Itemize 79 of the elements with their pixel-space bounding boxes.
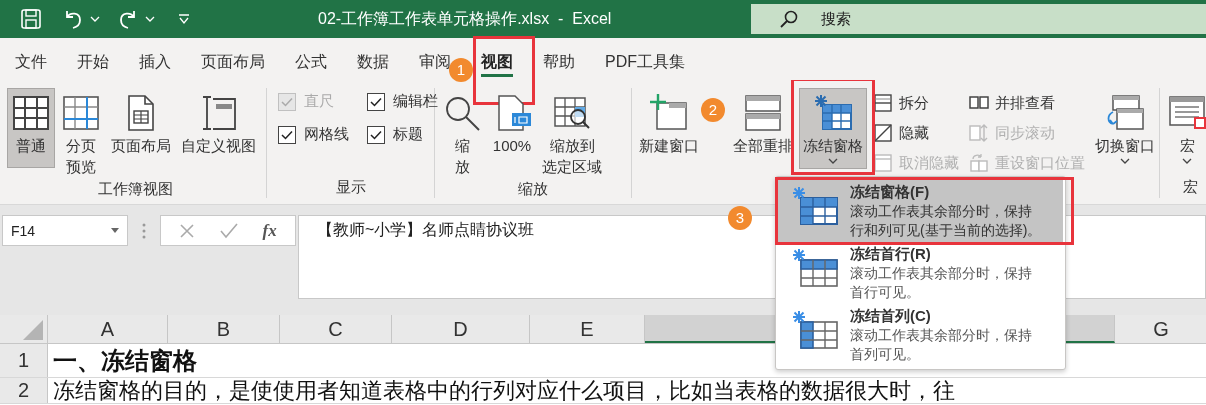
checkbox-label: 标题 <box>393 125 423 144</box>
ribbon-button[interactable]: 并排查看 <box>967 90 1087 116</box>
ribbon-tab[interactable]: 审阅 <box>419 50 451 77</box>
column-header[interactable]: D <box>392 315 530 343</box>
checkbox-label: 网格线 <box>304 125 349 144</box>
checkbox-label: 编辑栏 <box>393 92 438 111</box>
ribbon-tab[interactable]: 文件 <box>15 50 47 77</box>
search-field[interactable]: 搜索 <box>750 4 1206 34</box>
dropdown-arrow-icon <box>111 228 119 233</box>
column-header[interactable]: B <box>168 315 280 343</box>
window-title: 02-工作簿工作表单元格操作.xlsx - Excel <box>318 8 613 29</box>
ribbon-button[interactable]: 缩 放 <box>438 88 486 180</box>
reset-window-icon <box>969 153 989 173</box>
freeze-column-icon <box>792 310 838 350</box>
check-icon <box>370 129 382 140</box>
checkbox-label: 直尺 <box>304 92 334 111</box>
cell-text: 冻结窗格的目的，是使使用者知道表格中的行列对应什么项目，比如当表格的数据很大时，往 <box>52 378 955 403</box>
ribbon-button[interactable]: 新建窗口 <box>635 88 703 168</box>
checkbox[interactable] <box>367 125 385 144</box>
ribbon-button[interactable]: 冻结窗格 <box>799 88 867 169</box>
split-icon <box>873 93 893 113</box>
ribbon-tab[interactable]: 公式 <box>295 50 327 77</box>
ribbon-tab[interactable]: 页面布局 <box>201 50 265 77</box>
ribbon-button[interactable]: 普通 <box>7 88 55 168</box>
ribbon-button[interactable]: 自定义视图 <box>177 88 260 168</box>
save-icon <box>20 8 42 30</box>
search-icon <box>778 9 799 29</box>
ribbon-button[interactable]: 隐藏 <box>871 120 961 146</box>
menu-item[interactable]: 冻结首列(C) 滚动工作表其余部分时，保持首列可见。 <box>778 304 1063 366</box>
grip-icon <box>142 223 146 239</box>
freeze-row-icon <box>792 248 838 288</box>
ribbon-tab[interactable]: PDF工具集 <box>605 50 685 77</box>
name-box[interactable]: F14 <box>2 215 128 246</box>
cell-text: 一、冻结窗格 <box>52 346 197 376</box>
checkbox[interactable] <box>278 125 296 144</box>
ribbon-tab[interactable]: 视图 <box>481 50 513 77</box>
group-label: 显示 <box>334 178 367 197</box>
row-header[interactable]: 2 <box>0 378 48 403</box>
cancel-icon <box>179 222 196 239</box>
ribbon-button[interactable]: 分页 预览 <box>57 88 105 180</box>
customize-icon <box>178 13 190 25</box>
row-header[interactable]: 1 <box>0 344 48 377</box>
caret-icon <box>90 16 100 22</box>
switch-windows-icon <box>1105 93 1145 133</box>
window-icon <box>873 153 893 173</box>
ribbon-button[interactable]: 缩放到 选定区域 <box>538 88 606 180</box>
insert-function-button[interactable]: fx <box>262 220 277 241</box>
column-header[interactable]: G <box>1115 315 1206 343</box>
ribbon-button[interactable]: 100% <box>488 88 536 168</box>
sync-scroll-icon <box>969 123 989 143</box>
caret-icon <box>144 16 155 22</box>
ribbon-tab[interactable]: 插入 <box>139 50 171 77</box>
select-all-icon <box>23 320 43 340</box>
check-icon <box>281 96 293 107</box>
ribbon-tab[interactable]: 开始 <box>77 50 109 77</box>
column-header[interactable]: C <box>280 315 392 343</box>
ribbon-button[interactable]: 宏 <box>1163 88 1206 169</box>
check-icon <box>370 96 382 107</box>
window-plus-icon <box>649 93 689 133</box>
ribbon-button[interactable]: 全部重排 <box>729 88 797 168</box>
ribbon-button[interactable]: 拆分 <box>871 90 961 116</box>
group-label: 工作簿视图 <box>96 180 174 199</box>
ribbon-button[interactable]: 页面布局 <box>107 88 175 168</box>
ribbon-tab[interactable]: 数据 <box>357 50 389 77</box>
column-header[interactable]: A <box>48 315 168 343</box>
enter-icon <box>219 222 238 239</box>
group-label: 缩放 <box>517 180 549 199</box>
checkbox[interactable] <box>367 92 385 111</box>
freeze-table-icon <box>813 93 853 133</box>
page-grid-icon <box>61 93 101 133</box>
stacked-windows-icon <box>743 93 783 133</box>
ribbon-button[interactable]: 切换窗口 <box>1091 88 1159 169</box>
hide-window-icon <box>873 123 893 143</box>
check-icon <box>281 129 293 140</box>
grid-icon <box>11 93 51 133</box>
group-label: 宏 <box>1181 178 1199 197</box>
ribbon-tab[interactable]: 帮助 <box>543 50 575 77</box>
freeze-panes-icon <box>792 186 838 226</box>
menu-item[interactable]: 冻结窗格(F) 滚动工作表其余部分时，保持行和列可见(基于当前的选择)。 <box>778 180 1063 242</box>
